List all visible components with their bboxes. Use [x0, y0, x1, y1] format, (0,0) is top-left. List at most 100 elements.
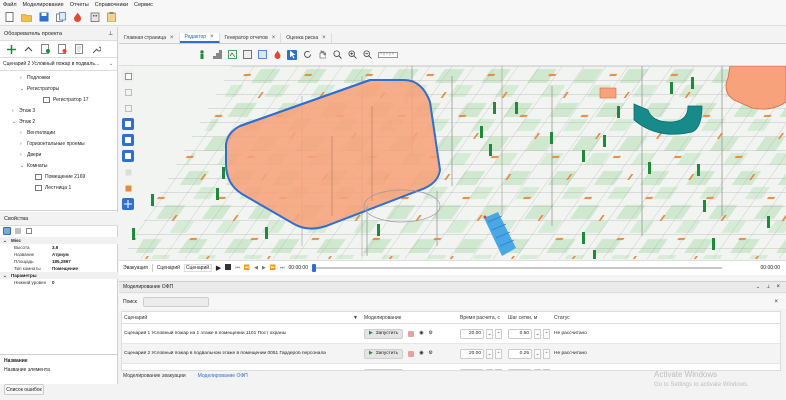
fire-icon[interactable]	[72, 12, 83, 23]
fire-source-icon[interactable]	[272, 50, 282, 60]
menu-service[interactable]: Сервис	[134, 2, 153, 8]
run-button[interactable]: ▶Запустить	[364, 348, 404, 359]
stairs-icon[interactable]	[212, 50, 222, 60]
property-pages-icon[interactable]	[25, 227, 33, 235]
tab-close-icon[interactable]: ×	[272, 35, 276, 41]
document-icon[interactable]	[74, 44, 85, 55]
tree-item[interactable]: ⌄ Комнаты	[0, 160, 117, 171]
tree-item[interactable]: › Подложки	[0, 72, 117, 83]
tab-document[interactable]: Генератор отчетов ×	[220, 33, 282, 43]
expand-right-icon[interactable]: ›	[20, 152, 27, 158]
search-input[interactable]	[142, 296, 209, 307]
eye-icon[interactable]: ◉	[419, 351, 423, 356]
ruler-icon[interactable]	[377, 50, 399, 60]
tree-item[interactable]: Регистратор 17	[0, 94, 117, 105]
tree-item[interactable]: › Двери	[0, 149, 117, 160]
tree-item[interactable]: › Горизонтальные проемы	[0, 138, 117, 149]
property-row[interactable]: Площадь 185,2897	[0, 258, 118, 265]
bottom-tab[interactable]: Моделирование ОФП	[194, 373, 252, 379]
tree-item[interactable]: Помещение 2169	[0, 171, 117, 182]
building-model[interactable]	[122, 66, 786, 259]
clear-search-icon[interactable]: ×	[774, 299, 778, 305]
play-icon[interactable]: ▶	[216, 264, 221, 272]
stop-square-icon[interactable]	[408, 350, 415, 357]
expand-right-icon[interactable]: ›	[20, 75, 27, 81]
scenario-selector[interactable]: Сценарий 2 Условный пожар в подваль... ⌄	[0, 57, 117, 71]
decrease-icon[interactable]: ⌄	[534, 368, 541, 370]
floor-plan-icon[interactable]	[257, 50, 267, 60]
menu-references[interactable]: Справочники	[95, 2, 128, 8]
menu-modeling[interactable]: Моделирование	[23, 2, 64, 8]
building-icon[interactable]	[89, 12, 100, 23]
skip-back-icon[interactable]: ⏮	[235, 265, 240, 271]
tab-close-icon[interactable]: ×	[170, 35, 174, 41]
run-button[interactable]: ▶Запустить	[364, 328, 404, 339]
tab-close-icon[interactable]: ×	[210, 34, 214, 40]
pan-icon[interactable]	[317, 50, 327, 60]
rotate-icon[interactable]	[302, 50, 312, 60]
tab-close-icon[interactable]: ×	[322, 35, 326, 41]
copy-icon[interactable]	[55, 12, 66, 23]
grid-stepper[interactable]: 0.50⌄⌃	[508, 328, 554, 339]
rewind-icon[interactable]: ⏪	[244, 265, 250, 271]
show-floors-icon[interactable]	[122, 86, 134, 98]
import-icon[interactable]	[40, 44, 51, 55]
decrease-icon[interactable]: ⌄	[534, 348, 541, 359]
decrease-icon[interactable]: ⌄	[486, 348, 493, 359]
expand-down-icon[interactable]: ⌄	[20, 86, 27, 92]
column-scenario[interactable]: Сценарий ▼	[122, 315, 364, 321]
zoom-out-icon[interactable]	[362, 50, 372, 60]
grid-stepper[interactable]: 0.25 ⌄ ⌃	[508, 348, 554, 359]
playback-scenario-select[interactable]: Сценарий 2 Усл	[183, 264, 212, 272]
tab-document[interactable]: Главная страница ×	[119, 33, 180, 43]
view-mode-b-icon[interactable]	[122, 134, 134, 146]
increase-icon[interactable]: ⌃	[495, 348, 502, 359]
layers-icon[interactable]	[57, 44, 68, 55]
settings-icon[interactable]: ⚙	[428, 331, 432, 336]
show-walls-icon[interactable]	[122, 102, 134, 114]
stop-square-icon[interactable]	[408, 330, 415, 337]
alphabetical-icon[interactable]	[14, 227, 22, 235]
clipboard-icon[interactable]	[106, 12, 117, 23]
column-status[interactable]: Статус	[554, 315, 780, 321]
bottom-tab[interactable]: Моделирование эвакуации	[119, 373, 190, 379]
property-value[interactable]: 0	[52, 280, 55, 285]
expand-right-icon[interactable]: ›	[20, 141, 27, 147]
grid-field[interactable]: 0.25	[508, 348, 532, 359]
tree-item[interactable]: ⌄ Этаж 2	[0, 116, 117, 127]
expand-right-icon[interactable]: ›	[20, 130, 27, 136]
layer-icon[interactable]	[122, 166, 134, 178]
grid-view-icon[interactable]	[122, 198, 134, 210]
view-mode-a-icon[interactable]	[122, 118, 134, 130]
property-value[interactable]: 185,2897	[52, 259, 71, 264]
room-icon[interactable]	[242, 50, 252, 60]
increase-icon[interactable]: ⌃	[543, 328, 550, 339]
tree-item[interactable]: › Вентиляции	[0, 127, 117, 138]
menu-file[interactable]: Файл	[3, 2, 17, 8]
grid-field[interactable]: 0.50	[508, 328, 532, 339]
skip-end-icon[interactable]: ⏭	[280, 265, 285, 271]
expand-right-icon[interactable]: ›	[12, 108, 19, 114]
timeline-thumb[interactable]	[312, 264, 316, 272]
property-value[interactable]: Помещение	[52, 266, 78, 271]
increase-icon[interactable]: ⌃	[543, 368, 550, 370]
property-group-params[interactable]: ⌄ Параметры	[0, 272, 118, 279]
tree-item[interactable]: Лестница 1	[0, 182, 117, 193]
property-value[interactable]: Атриум	[52, 252, 69, 257]
step-back-icon[interactable]: ◀	[254, 265, 258, 271]
time-stepper[interactable]: 20.00⌄⌃	[460, 328, 508, 339]
new-file-icon[interactable]	[4, 12, 15, 23]
expand-down-icon[interactable]: ⌄	[12, 119, 19, 125]
furniture-icon[interactable]	[122, 182, 134, 194]
pin-icon[interactable]: ⊥	[766, 284, 770, 290]
expand-down-icon[interactable]: ⌄	[20, 163, 27, 169]
view-mode-c-icon[interactable]	[122, 150, 134, 162]
property-row[interactable]: Тип комнаты Помещение	[0, 265, 118, 272]
tree-item[interactable]: › Этаж 3	[0, 105, 117, 116]
menu-reports[interactable]: Отчеты	[70, 2, 89, 8]
save-icon[interactable]	[38, 12, 49, 23]
decrease-icon[interactable]: ⌄	[486, 328, 493, 339]
collapse-icon[interactable]	[23, 44, 34, 55]
time-stepper[interactable]: 20.00⌄⌃	[460, 348, 508, 359]
table-row[interactable]: Сценарий 2 Условный пожар в подвальном э…	[122, 344, 780, 364]
